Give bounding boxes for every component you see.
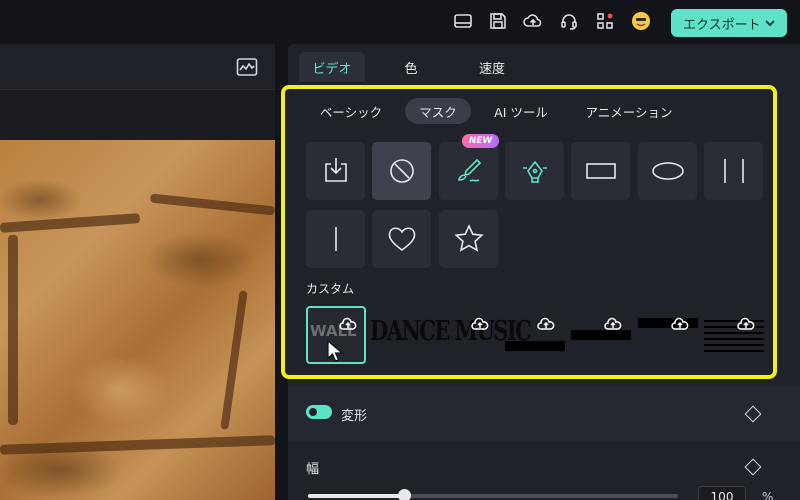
double-line-mask-icon xyxy=(723,159,744,183)
preview-header xyxy=(0,44,275,90)
video-preview[interactable] xyxy=(0,140,275,500)
custom-section-label: カスタム xyxy=(306,282,355,296)
cloud-upload-icon xyxy=(537,316,555,330)
none-mask-icon xyxy=(389,159,414,183)
cloud-upload-icon xyxy=(339,316,357,330)
tab-color-label: 色 xyxy=(404,61,418,77)
width-unit: % xyxy=(762,490,774,500)
mask-single-line-tile[interactable] xyxy=(306,210,365,268)
subtab-basic[interactable]: ベーシック xyxy=(309,98,393,124)
avatar[interactable] xyxy=(632,12,650,30)
single-line-mask-icon xyxy=(334,227,337,251)
star-mask-icon xyxy=(453,224,484,252)
apps-grid-icon[interactable] xyxy=(594,10,616,32)
width-label: 幅 xyxy=(306,462,320,477)
waveform-icon[interactable] xyxy=(236,56,258,78)
subtab-ai-tools-label: AI ツール xyxy=(494,104,548,120)
brush-mask-icon xyxy=(457,158,481,182)
subtab-ai-tools[interactable]: AI ツール xyxy=(484,98,558,124)
save-icon[interactable] xyxy=(487,10,509,32)
mask-rectangle-tile[interactable] xyxy=(571,142,630,200)
export-label: エクスポート xyxy=(683,17,761,33)
transform-toggle[interactable] xyxy=(306,405,332,419)
subtab-basic-label: ベーシック xyxy=(319,104,383,120)
mask-brush-tile[interactable] xyxy=(439,142,498,200)
tab-speed[interactable]: 速度 xyxy=(462,52,522,82)
preview-toolbar xyxy=(0,90,275,140)
mask-star-tile[interactable] xyxy=(439,210,498,268)
tab-speed-label: 速度 xyxy=(478,61,505,77)
width-slider-handle[interactable] xyxy=(398,489,412,500)
layout-icon[interactable] xyxy=(452,10,474,32)
cloud-upload-icon[interactable] xyxy=(522,10,544,32)
rectangle-mask-icon xyxy=(585,163,616,179)
custom-mask-bar-2[interactable] xyxy=(571,306,631,364)
cloud-upload-icon xyxy=(604,316,622,330)
export-button[interactable]: エクスポート xyxy=(671,9,787,37)
mask-heart-tile[interactable] xyxy=(372,210,431,268)
subtab-mask-label: マスク xyxy=(419,104,457,120)
width-slider-fill xyxy=(308,494,405,498)
transform-label: 変形 xyxy=(341,409,368,424)
custom-mask-bar-3[interactable] xyxy=(638,306,698,364)
heart-mask-icon xyxy=(388,227,415,251)
chevron-down-icon xyxy=(765,20,775,27)
subtab-mask[interactable]: マスク xyxy=(405,98,471,124)
subtab-animation-label: アニメーション xyxy=(585,104,673,120)
mask-ellipse-tile[interactable] xyxy=(638,142,697,200)
new-badge: NEW xyxy=(462,134,499,148)
custom-mask-dance-music-text: DANCE MUSIC xyxy=(370,316,532,347)
tab-video[interactable]: ビデオ xyxy=(299,52,365,82)
cloud-upload-icon xyxy=(671,316,689,330)
mask-import-tile[interactable] xyxy=(306,142,365,200)
custom-mask-stripes[interactable] xyxy=(704,306,764,364)
mask-none-tile[interactable] xyxy=(372,142,431,200)
subtab-animation[interactable]: アニメーション xyxy=(574,98,684,124)
mask-pen-tile[interactable] xyxy=(505,142,564,200)
width-value-input[interactable]: 100 xyxy=(698,486,746,500)
headset-icon[interactable] xyxy=(558,10,580,32)
cloud-upload-icon xyxy=(737,316,755,330)
cloud-upload-icon xyxy=(471,316,489,330)
tab-color[interactable]: 色 xyxy=(386,52,436,82)
import-mask-icon xyxy=(324,158,347,182)
pen-mask-icon xyxy=(522,160,547,183)
tab-video-label: ビデオ xyxy=(312,61,352,77)
mouse-cursor-icon xyxy=(327,340,343,362)
mask-double-line-tile[interactable] xyxy=(704,142,763,200)
ellipse-mask-icon xyxy=(651,162,684,180)
custom-mask-bar-1[interactable] xyxy=(505,306,565,364)
